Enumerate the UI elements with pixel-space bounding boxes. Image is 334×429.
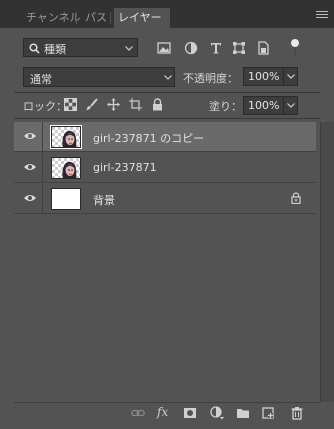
chevron-down-icon [164,75,172,80]
panel-tab-bar: チャンネル パス レイヤー [0,0,334,28]
chevron-down-icon [125,46,133,51]
fx-icon[interactable]: fx [157,405,168,419]
lock-artboard-icon[interactable] [129,98,142,111]
trash-icon[interactable] [290,406,304,420]
visibility-column-separator [42,184,43,214]
eye-visibility-icon[interactable] [23,131,37,141]
layer-row[interactable]: girl-237871 のコピー [14,122,316,152]
lock-label: ロック： [23,100,67,113]
chevron-down-icon [287,74,295,79]
smart-object-filter-icon[interactable] [256,41,270,55]
tab-paths[interactable]: パス [81,8,111,28]
adjustment-filter-icon[interactable] [184,41,198,55]
tab-separator [110,12,111,24]
layer-thumbnail[interactable] [50,125,82,149]
image-filter-icon[interactable] [157,41,171,55]
opacity-label: 不透明度： [183,72,238,85]
layers-list: girl-237871 のコピー girl-237871 背景 [14,122,320,402]
blend-mode-value: 通常 [30,73,52,86]
chevron-down-icon [287,103,295,108]
fill-input[interactable]: 100% [243,96,284,115]
link-icon[interactable] [131,406,145,420]
group-folder-icon[interactable] [236,406,250,420]
layers-panel: チャンネル パス レイヤー 種類 通常 不透明度： 100% ロック： 塗り： … [0,0,334,429]
opacity-dropdown[interactable] [283,67,298,86]
filter-toggle-switch[interactable] [291,39,299,47]
girl-photo-thumbnail-icon [52,127,80,147]
filter-toggle-stem [294,47,296,55]
type-filter-icon[interactable] [209,41,223,55]
visibility-column-separator [42,153,43,183]
tab-separator [76,12,77,24]
eye-visibility-icon[interactable] [23,162,37,172]
panel-menu-icon[interactable] [316,11,328,20]
layer-row[interactable]: 背景 [14,184,316,214]
layers-scrollbar[interactable] [320,122,334,402]
fill-label: 塗り： [209,100,242,113]
filter-kind-select[interactable]: 種類 [23,38,138,57]
layer-name[interactable]: 背景 [93,192,115,208]
lock-all-icon[interactable] [151,98,164,111]
fill-dropdown[interactable] [283,96,298,115]
girl-photo-thumbnail-icon [52,158,80,178]
layer-name[interactable]: girl-237871 [93,161,157,174]
layer-thumbnail[interactable] [51,188,81,210]
lock-icon[interactable] [291,192,301,204]
opacity-input[interactable]: 100% [243,67,284,86]
lock-position-move-icon[interactable] [107,98,120,111]
layers-bottom-toolbar: fx [14,402,320,423]
layer-name[interactable]: girl-237871 のコピー [93,130,204,146]
lock-image-pixels-brush-icon[interactable] [85,98,98,111]
layer-thumbnail[interactable] [51,157,81,179]
eye-visibility-icon[interactable] [23,193,37,203]
adjustment-layer-icon[interactable] [210,406,224,420]
divider [14,92,320,93]
blend-mode-select[interactable]: 通常 [23,67,175,87]
new-layer-icon[interactable] [261,406,275,420]
lock-transparent-pixels-icon[interactable] [64,98,77,111]
search-icon [29,43,40,54]
shape-filter-icon[interactable] [232,41,246,55]
filter-kind-label: 種類 [44,43,66,56]
divider [14,118,320,119]
tab-layers[interactable]: レイヤー [114,8,170,28]
mask-icon[interactable] [183,406,197,420]
visibility-column-separator [42,122,43,152]
layer-row[interactable]: girl-237871 [14,153,316,183]
